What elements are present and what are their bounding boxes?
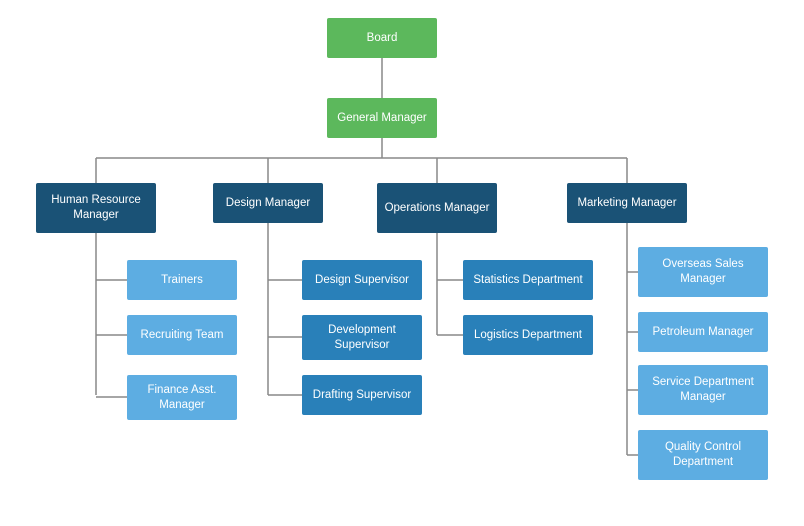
drafting-supervisor-node: Drafting Supervisor xyxy=(302,375,422,415)
general-manager-node: General Manager xyxy=(327,98,437,138)
operations-manager-node: Operations Manager xyxy=(377,183,497,233)
trainers-node: Trainers xyxy=(127,260,237,300)
logistics-dept-node: Logistics Department xyxy=(463,315,593,355)
design-supervisor-node: Design Supervisor xyxy=(302,260,422,300)
statistics-dept-node: Statistics Department xyxy=(463,260,593,300)
finance-asst-node: Finance Asst. Manager xyxy=(127,375,237,420)
marketing-manager-node: Marketing Manager xyxy=(567,183,687,223)
design-manager-node: Design Manager xyxy=(213,183,323,223)
development-supervisor-node: Development Supervisor xyxy=(302,315,422,360)
quality-control-node: Quality Control Department xyxy=(638,430,768,480)
overseas-sales-node: Overseas Sales Manager xyxy=(638,247,768,297)
org-chart: Board General Manager Human Resource Manag… xyxy=(0,0,804,526)
hr-manager-node: Human Resource Manager xyxy=(36,183,156,233)
petroleum-manager-node: Petroleum Manager xyxy=(638,312,768,352)
service-dept-node: Service Department Manager xyxy=(638,365,768,415)
board-node: Board xyxy=(327,18,437,58)
recruiting-team-node: Recruiting Team xyxy=(127,315,237,355)
